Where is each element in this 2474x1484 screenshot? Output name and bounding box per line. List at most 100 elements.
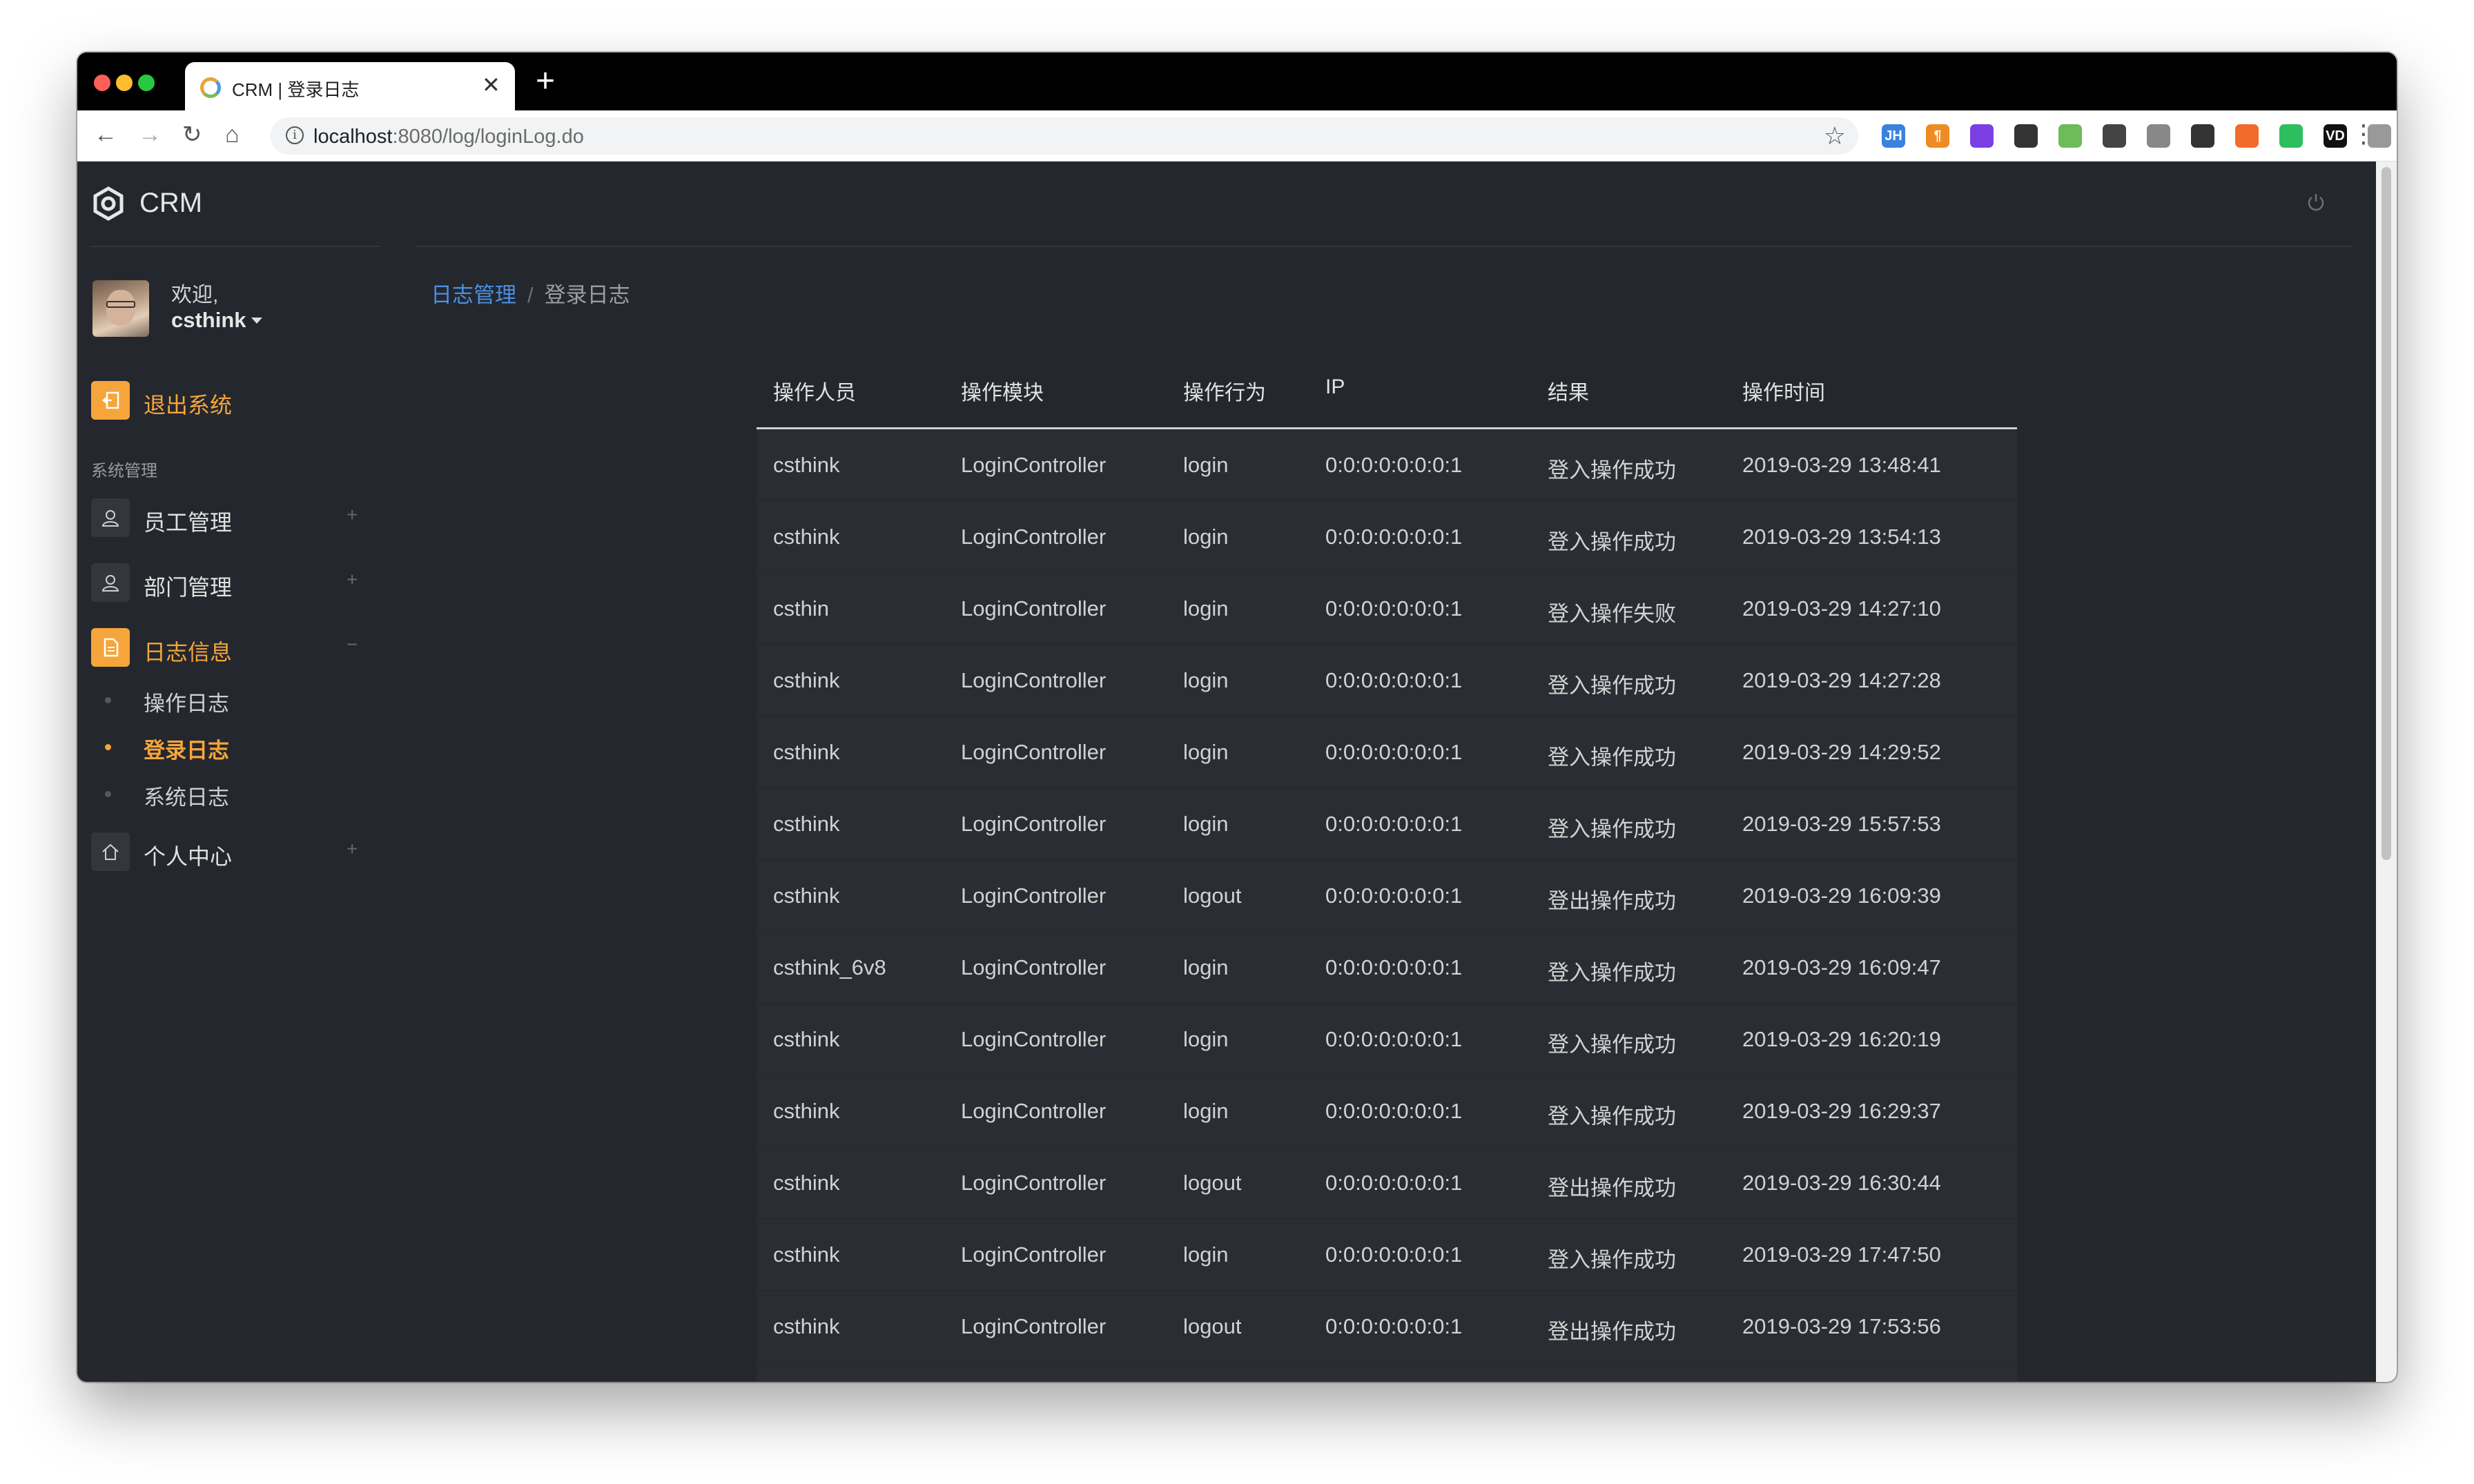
expand-icon[interactable]: + bbox=[347, 838, 358, 860]
cell-operator: csthink bbox=[773, 1314, 840, 1338]
menu-item-logs[interactable]: 日志信息 bbox=[144, 635, 232, 667]
page-scrollbar[interactable] bbox=[2376, 162, 2397, 1382]
favicon-icon bbox=[200, 77, 221, 98]
qr-code-icon[interactable] bbox=[2014, 124, 2038, 148]
url-text: localhost:8080/log/loginLog.do bbox=[313, 126, 584, 148]
submenu-item-login-log[interactable]: 登录日志 bbox=[144, 733, 229, 764]
table-row[interactable]: csthink LoginController logout 0:0:0:0:0:0:… bbox=[757, 860, 2017, 932]
cell-time: 2019-03-29 14:27:10 bbox=[1742, 596, 1941, 621]
back-icon[interactable]: ← bbox=[94, 123, 117, 146]
paragraph-icon[interactable]: ¶ bbox=[1926, 124, 1949, 148]
menu-item-departments[interactable]: 部门管理 bbox=[144, 570, 232, 602]
table-row[interactable]: csthink_6v8 LoginController login 0:0:0:0:0… bbox=[757, 932, 2017, 1004]
close-window-icon[interactable] bbox=[94, 75, 110, 91]
home-menu-icon bbox=[91, 832, 130, 871]
breadcrumb: 日志管理 / 登录日志 bbox=[431, 277, 630, 309]
close-tab-icon[interactable]: ✕ bbox=[482, 72, 500, 98]
logout-button[interactable]: 退出系统 bbox=[144, 388, 232, 420]
expand-icon[interactable]: + bbox=[347, 504, 358, 526]
active-tab[interactable]: CRM | 登录日志 ✕ bbox=[185, 62, 515, 110]
cell-module: LoginController bbox=[961, 596, 1107, 621]
brand-name[interactable]: CRM bbox=[139, 188, 202, 219]
site-info-icon[interactable]: i bbox=[286, 126, 304, 144]
submenu-item-operation-log[interactable]: 操作日志 bbox=[144, 686, 229, 717]
cell-action: login bbox=[1183, 525, 1229, 549]
table-row[interactable]: csthinkLoginControllerlogin0:0:0:0:0:0:0… bbox=[757, 645, 2017, 716]
breadcrumb-parent[interactable]: 日志管理 bbox=[431, 283, 516, 307]
cell-ip: 0:0:0:0:0:0:0:1 bbox=[1325, 1171, 1463, 1195]
power-icon[interactable] bbox=[2306, 192, 2326, 213]
cell-ip: 0:0:0:0:0:0:0:1 bbox=[1325, 883, 1463, 908]
menu-item-profile[interactable]: 个人中心 bbox=[144, 839, 232, 871]
cell-operator: csthink bbox=[773, 1171, 840, 1195]
vue-devtools-icon[interactable] bbox=[2147, 124, 2170, 148]
table-body: csthink LoginController login 0:0:0:0:0:0:0… bbox=[757, 429, 2017, 1382]
caret-down-icon[interactable] bbox=[251, 318, 262, 324]
menu-item-employees[interactable]: 员工管理 bbox=[144, 505, 232, 537]
cell-ip: 0:0:0:0:0:0:0:1 bbox=[1325, 1242, 1463, 1267]
forward-icon[interactable]: → bbox=[138, 123, 162, 146]
table-row[interactable]: csthink LoginController logout 0:0:0:0:0:0:… bbox=[757, 1291, 2017, 1363]
cell-time: 2019-03-29 17:47:50 bbox=[1742, 1242, 1941, 1267]
collapse-icon[interactable]: − bbox=[347, 634, 358, 656]
table-row[interactable]: csthinkLoginControllerlogin0:0:0:0:0:0:0… bbox=[757, 429, 2017, 501]
cell-time: 2019-03-29 16:20:19 bbox=[1742, 1027, 1941, 1051]
table-row[interactable]: csthinkLoginControllerlogin0:0:0:0:0:0:0… bbox=[757, 788, 2017, 860]
login-log-table: 操作人员 操作模块 操作行为 IP 结果 操作时间 csthink LoginCo… bbox=[757, 358, 2017, 1382]
bullet-icon bbox=[105, 791, 111, 797]
table-row[interactable]: csthinkLoginControllerlogin0:0:0:0:0:0:0… bbox=[757, 1363, 2017, 1382]
cell-ip: 0:0:0:0:0:0:0:1 bbox=[1325, 525, 1463, 549]
cell-module: LoginController bbox=[961, 812, 1107, 836]
bookmark-star-icon[interactable]: ☆ bbox=[1824, 121, 1846, 150]
cell-operator: csthink bbox=[773, 1027, 840, 1051]
table-row[interactable]: csthinkLoginControllerlogin0:0:0:0:0:0:0… bbox=[757, 1075, 2017, 1147]
picker-icon[interactable] bbox=[2103, 124, 2126, 148]
ext-circle-icon[interactable] bbox=[1970, 124, 1994, 148]
cell-result: 登入操作成功 bbox=[1548, 1104, 1676, 1129]
table-row[interactable]: csthinkLoginControllerlogin0:0:0:0:0:0:0… bbox=[757, 716, 2017, 788]
table-row[interactable]: csthin LoginController login 0:0:0:0:0:0:0:… bbox=[757, 573, 2017, 645]
new-tab-icon[interactable]: + bbox=[536, 65, 555, 98]
scrollbar-thumb[interactable] bbox=[2382, 167, 2391, 860]
cell-result: 登入操作成功 bbox=[1548, 1033, 1676, 1057]
browser-window: CRM | 登录日志 ✕ + ← → ↻ ⌂ i localhost:8080/… bbox=[77, 52, 2397, 1382]
table-row[interactable]: csthinkLoginControllerlogin0:0:0:0:0:0:0… bbox=[757, 501, 2017, 573]
vd-icon[interactable]: VD bbox=[2324, 124, 2347, 148]
home-icon[interactable]: ⌂ bbox=[225, 123, 240, 146]
cell-module: LoginController bbox=[961, 525, 1107, 549]
green-dot-icon[interactable] bbox=[2058, 124, 2082, 148]
cell-result: 登出操作成功 bbox=[1548, 1176, 1676, 1200]
cell-operator: csthink bbox=[773, 812, 840, 836]
minimize-window-icon[interactable] bbox=[116, 75, 133, 91]
cell-result: 登出操作成功 bbox=[1548, 889, 1676, 913]
tab-strip: CRM | 登录日志 ✕ + bbox=[77, 52, 2397, 110]
cell-module: LoginController bbox=[961, 453, 1107, 477]
avatar[interactable] bbox=[92, 280, 149, 337]
reload-icon[interactable]: ↻ bbox=[182, 123, 202, 146]
cell-time: 2019-03-29 16:09:39 bbox=[1742, 883, 1941, 908]
zoom-window-icon[interactable] bbox=[138, 75, 155, 91]
submenu-item-system-log[interactable]: 系统日志 bbox=[144, 780, 229, 811]
address-bar[interactable]: i localhost:8080/log/loginLog.do ☆ bbox=[271, 117, 1858, 155]
cell-module: LoginController bbox=[961, 668, 1107, 692]
table-row[interactable]: csthinkLoginControllerlogin0:0:0:0:0:0:0… bbox=[757, 1219, 2017, 1291]
cell-module: LoginController bbox=[961, 955, 1107, 979]
octotree-icon[interactable]: JH bbox=[1882, 124, 1905, 148]
header-result: 结果 bbox=[1548, 382, 1589, 404]
tab-title: CRM | 登录日志 bbox=[232, 79, 360, 100]
cell-operator: csthin bbox=[773, 596, 829, 621]
orange-ext-icon[interactable] bbox=[2235, 124, 2259, 148]
browser-menu-icon[interactable]: ⋮ bbox=[2351, 121, 2376, 146]
cell-ip: 0:0:0:0:0:0:0:1 bbox=[1325, 1099, 1463, 1123]
table-row[interactable]: csthink LoginController logout 0:0:0:0:0:0:… bbox=[757, 1147, 2017, 1219]
logout-icon[interactable] bbox=[91, 381, 130, 420]
header-time: 操作时间 bbox=[1742, 382, 1825, 404]
search-ext-icon[interactable] bbox=[2191, 124, 2214, 148]
evernote-icon[interactable] bbox=[2279, 124, 2303, 148]
cell-operator: csthink bbox=[773, 740, 840, 764]
table-row[interactable]: csthinkLoginControllerlogin0:0:0:0:0:0:0… bbox=[757, 1004, 2017, 1075]
username-dropdown[interactable]: csthink bbox=[171, 308, 246, 333]
cell-result: 登入操作失败 bbox=[1548, 602, 1676, 626]
expand-icon[interactable]: + bbox=[347, 569, 358, 591]
cell-time: 2019-03-29 16:29:37 bbox=[1742, 1099, 1941, 1123]
